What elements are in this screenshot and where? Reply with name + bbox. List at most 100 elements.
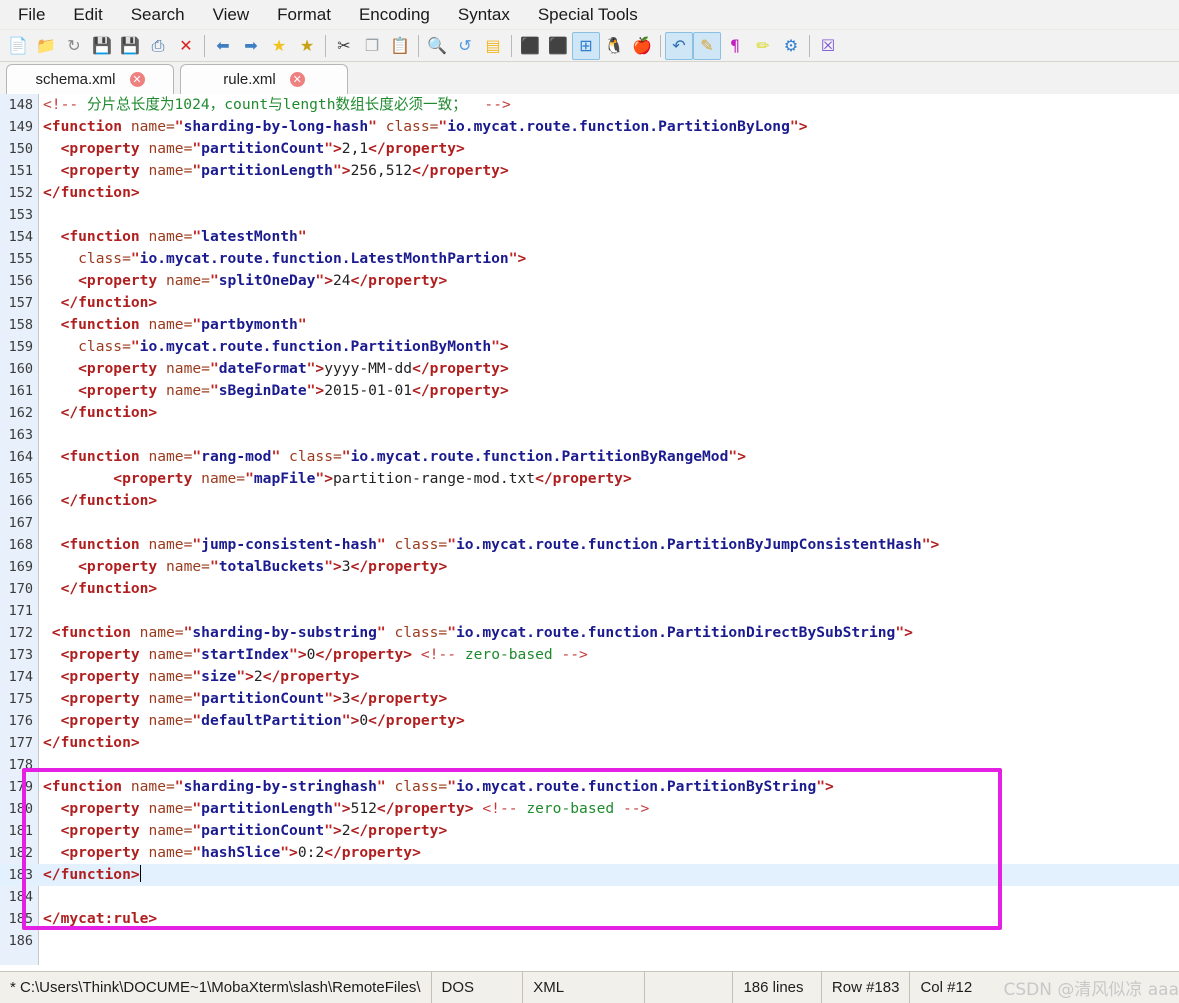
tab-rule-xml[interactable]: rule.xml ✕	[180, 64, 348, 94]
undo-icon[interactable]: ↶	[665, 31, 693, 60]
code-line[interactable]: 180 <property name="partitionLength">512…	[0, 798, 1179, 820]
menu-file[interactable]: File	[4, 1, 59, 29]
menu-encoding[interactable]: Encoding	[345, 1, 444, 29]
code-line[interactable]: 157 </function>	[0, 292, 1179, 314]
code-token: partitionLength	[201, 800, 333, 817]
code-line-text: </function>	[43, 732, 140, 754]
code-line[interactable]: 182 <property name="hashSlice">0:2</prop…	[0, 842, 1179, 864]
new-file-icon[interactable]: 📄	[4, 32, 32, 60]
save-all-icon[interactable]: 💾	[116, 32, 144, 60]
code-line[interactable]: 173 <property name="startIndex">0</prope…	[0, 644, 1179, 666]
indent-icon[interactable]: ➡	[237, 32, 265, 60]
code-token: "	[192, 448, 202, 465]
upload-icon[interactable]: ⬛	[516, 32, 544, 60]
code-line[interactable]: 181 <property name="partitionCount">2</p…	[0, 820, 1179, 842]
code-line[interactable]: 151 <property name="partitionLength">256…	[0, 160, 1179, 182]
code-line[interactable]: 175 <property name="partitionCount">3</p…	[0, 688, 1179, 710]
code-line[interactable]: 174 <property name="size">2</property>	[0, 666, 1179, 688]
code-token: 0:2	[297, 844, 325, 861]
cut-icon[interactable]: ✂	[330, 32, 358, 60]
apple-icon[interactable]: 🍎	[628, 32, 656, 60]
code-line[interactable]: 185 </mycat:rule>	[0, 908, 1179, 930]
search-icon[interactable]: 🔍	[423, 32, 451, 60]
code-line[interactable]: 155 class="io.mycat.route.function.Lates…	[0, 248, 1179, 270]
code-line[interactable]: 172 <function name="sharding-by-substrin…	[0, 622, 1179, 644]
menu-edit[interactable]: Edit	[59, 1, 116, 29]
code-line-text: <property name="splitOneDay">24</propert…	[43, 270, 447, 292]
code-line[interactable]: 162 </function>	[0, 402, 1179, 424]
download-icon[interactable]: ⬛	[544, 32, 572, 60]
code-token: name=	[139, 690, 193, 707]
bookmark-icon[interactable]: ★	[265, 32, 293, 60]
code-line[interactable]: 178	[0, 754, 1179, 776]
code-token: <function	[43, 316, 140, 333]
code-line[interactable]: 156 <property name="splitOneDay">24</pro…	[0, 270, 1179, 292]
code-line[interactable]: 176 <property name="defaultPartition">0<…	[0, 710, 1179, 732]
copy-icon[interactable]: ❐	[358, 32, 386, 60]
menu-view[interactable]: View	[199, 1, 264, 29]
code-text-area[interactable]: 148 <!-- 分片总长度为1024，count与length数组长度必须一致；…	[0, 94, 1179, 965]
code-line[interactable]: 160 <property name="dateFormat">yyyy-MM-…	[0, 358, 1179, 380]
code-token: name=	[157, 360, 210, 377]
close-icon[interactable]: ✕	[129, 72, 145, 87]
code-token: "	[130, 250, 140, 267]
code-line[interactable]: 163	[0, 424, 1179, 446]
exit-icon[interactable]: ☒	[814, 32, 842, 60]
code-line-text: <!-- 分片总长度为1024，count与length数组长度必须一致； --…	[43, 94, 511, 116]
status-eol-format[interactable]: DOS	[432, 971, 524, 1003]
menu-special-tools[interactable]: Special Tools	[524, 1, 652, 29]
outdent-icon[interactable]: ⬅	[209, 32, 237, 60]
code-line[interactable]: 150 <property name="partitionCount">2,1<…	[0, 138, 1179, 160]
code-line[interactable]: 149 <function name="sharding-by-long-hash…	[0, 116, 1179, 138]
reload-icon[interactable]: ↻	[60, 32, 88, 60]
redo-icon[interactable]: ✎	[693, 31, 721, 60]
paste-icon[interactable]: 📋	[386, 32, 414, 60]
code-line[interactable]: 179 <function name="sharding-by-stringhas…	[0, 776, 1179, 798]
code-line[interactable]: 166 </function>	[0, 490, 1179, 512]
code-token: </function>	[43, 580, 158, 597]
code-line[interactable]: 170 </function>	[0, 578, 1179, 600]
code-token: <property	[43, 162, 140, 179]
windows-icon[interactable]: ⊞	[572, 31, 600, 60]
code-line[interactable]: 152 </function>	[0, 182, 1179, 204]
code-line[interactable]: 169 <property name="totalBuckets">3</pro…	[0, 556, 1179, 578]
status-language[interactable]: XML	[523, 971, 645, 1003]
tab-schema-xml[interactable]: schema.xml ✕	[6, 64, 174, 94]
settings-icon[interactable]: ⚙	[777, 32, 805, 60]
code-line[interactable]: 168 <function name="jump-consistent-hash…	[0, 534, 1179, 556]
save-icon[interactable]: 💾	[88, 32, 116, 60]
code-token: "	[447, 536, 457, 553]
code-line[interactable]: 159 class="io.mycat.route.function.Parti…	[0, 336, 1179, 358]
open-folder-icon[interactable]: 📁	[32, 32, 60, 60]
code-line[interactable]: 183 </function>	[0, 864, 1179, 886]
code-token: "	[324, 822, 333, 839]
code-line[interactable]: 171	[0, 600, 1179, 622]
code-line[interactable]: 165 <property name="mapFile">partition-r…	[0, 468, 1179, 490]
close-file-icon[interactable]: ✕	[172, 32, 200, 60]
code-token: <property	[43, 822, 140, 839]
code-line[interactable]: 158 <function name="partbymonth"	[0, 314, 1179, 336]
code-line[interactable]: 153	[0, 204, 1179, 226]
menu-format[interactable]: Format	[263, 1, 345, 29]
highlighter-icon[interactable]: ✏	[749, 32, 777, 60]
code-line[interactable]: 154 <function name="latestMonth"	[0, 226, 1179, 248]
pilcrow-icon[interactable]: ¶	[721, 32, 749, 60]
print-icon[interactable]: ⎙	[144, 32, 172, 60]
bookmark-next-icon[interactable]: ★	[293, 32, 321, 60]
menu-syntax[interactable]: Syntax	[444, 1, 524, 29]
code-line[interactable]: 186	[0, 930, 1179, 952]
replace-icon[interactable]: ↺	[451, 32, 479, 60]
linux-icon[interactable]: 🐧	[600, 32, 628, 60]
line-number: 182	[8, 845, 33, 861]
close-icon[interactable]: ✕	[289, 72, 305, 87]
code-line[interactable]: 164 <function name="rang-mod" class="io.…	[0, 446, 1179, 468]
code-line[interactable]: 177 </function>	[0, 732, 1179, 754]
notes-icon[interactable]: ▤	[479, 32, 507, 60]
code-line[interactable]: 184	[0, 886, 1179, 908]
code-editor[interactable]: 148 <!-- 分片总长度为1024，count与length数组长度必须一致；…	[0, 94, 1179, 965]
code-token: "	[332, 800, 342, 817]
code-line[interactable]: 161 <property name="sBeginDate">2015-01-…	[0, 380, 1179, 402]
code-line[interactable]: 148 <!-- 分片总长度为1024，count与length数组长度必须一致；…	[0, 94, 1179, 116]
code-line[interactable]: 167	[0, 512, 1179, 534]
menu-search[interactable]: Search	[117, 1, 199, 29]
